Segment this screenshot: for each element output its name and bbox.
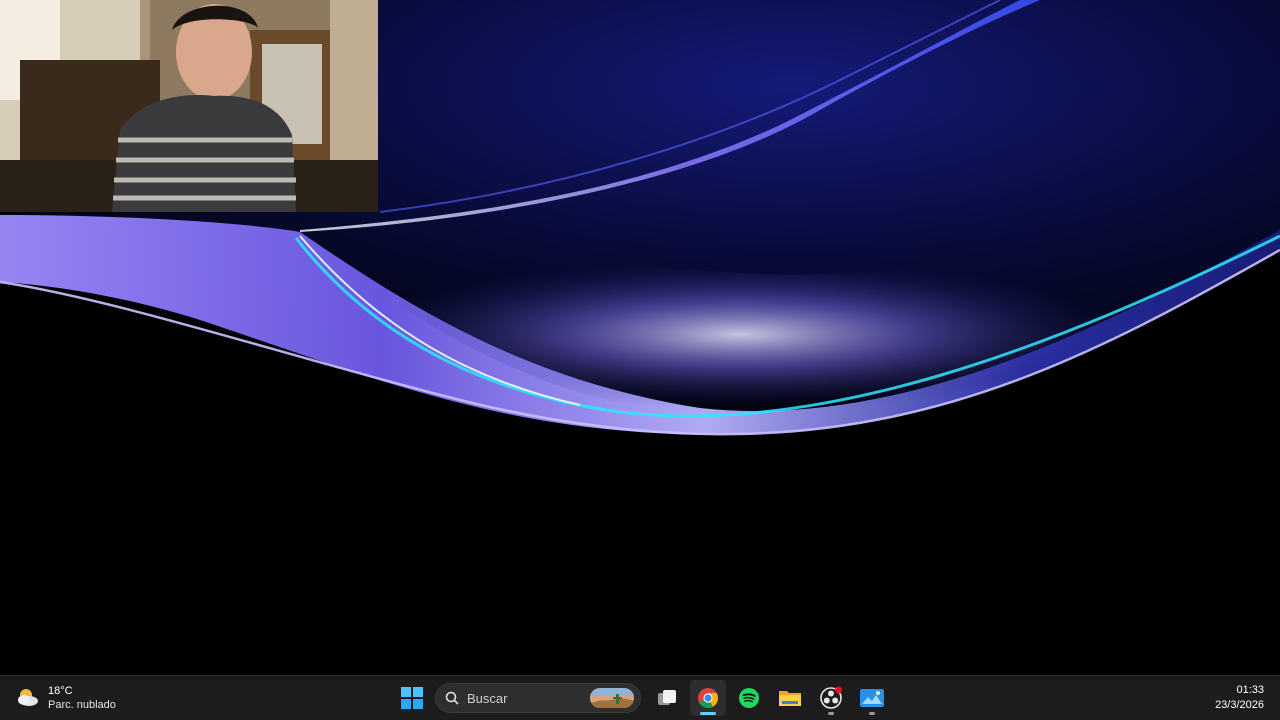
chrome-icon <box>698 688 719 709</box>
taskbar-center: Buscar <box>394 680 895 716</box>
running-indicator <box>700 712 716 715</box>
windows-logo-icon <box>401 687 423 709</box>
spotify-icon <box>739 688 759 708</box>
running-indicator <box>869 712 875 715</box>
webcam-overlay <box>0 0 378 212</box>
spotify-button[interactable] <box>731 680 767 716</box>
partly-cloudy-icon <box>18 689 38 706</box>
obs-button[interactable] <box>813 680 849 716</box>
task-view-icon <box>658 690 676 705</box>
file-explorer-button[interactable] <box>772 680 808 716</box>
weather-widget[interactable]: 18°C Parc. nublado <box>14 682 134 714</box>
recording-badge <box>835 686 842 694</box>
running-indicator <box>828 712 834 715</box>
desktop[interactable] <box>0 0 1280 675</box>
weather-temperature: 18°C <box>48 685 73 697</box>
chrome-button[interactable] <box>690 680 726 716</box>
search-box[interactable]: Buscar <box>435 683 641 713</box>
clock-date: 23/3/2026 <box>1215 699 1264 711</box>
photos-icon <box>860 689 884 707</box>
search-highlight-image <box>590 688 634 708</box>
task-view-button[interactable] <box>649 680 685 716</box>
weather-description: Parc. nublado <box>48 699 116 711</box>
search-icon <box>445 691 459 705</box>
obs-icon <box>820 686 842 709</box>
folder-icon <box>779 691 801 706</box>
search-placeholder: Buscar <box>467 690 508 706</box>
taskbar: 18°C Parc. nublado Buscar 01:33 23/3/202… <box>0 675 1280 720</box>
clock-time: 01:33 <box>1236 684 1264 696</box>
photos-button[interactable] <box>854 680 890 716</box>
start-button[interactable] <box>394 680 430 716</box>
system-clock[interactable]: 01:33 23/3/2026 <box>1215 683 1264 713</box>
